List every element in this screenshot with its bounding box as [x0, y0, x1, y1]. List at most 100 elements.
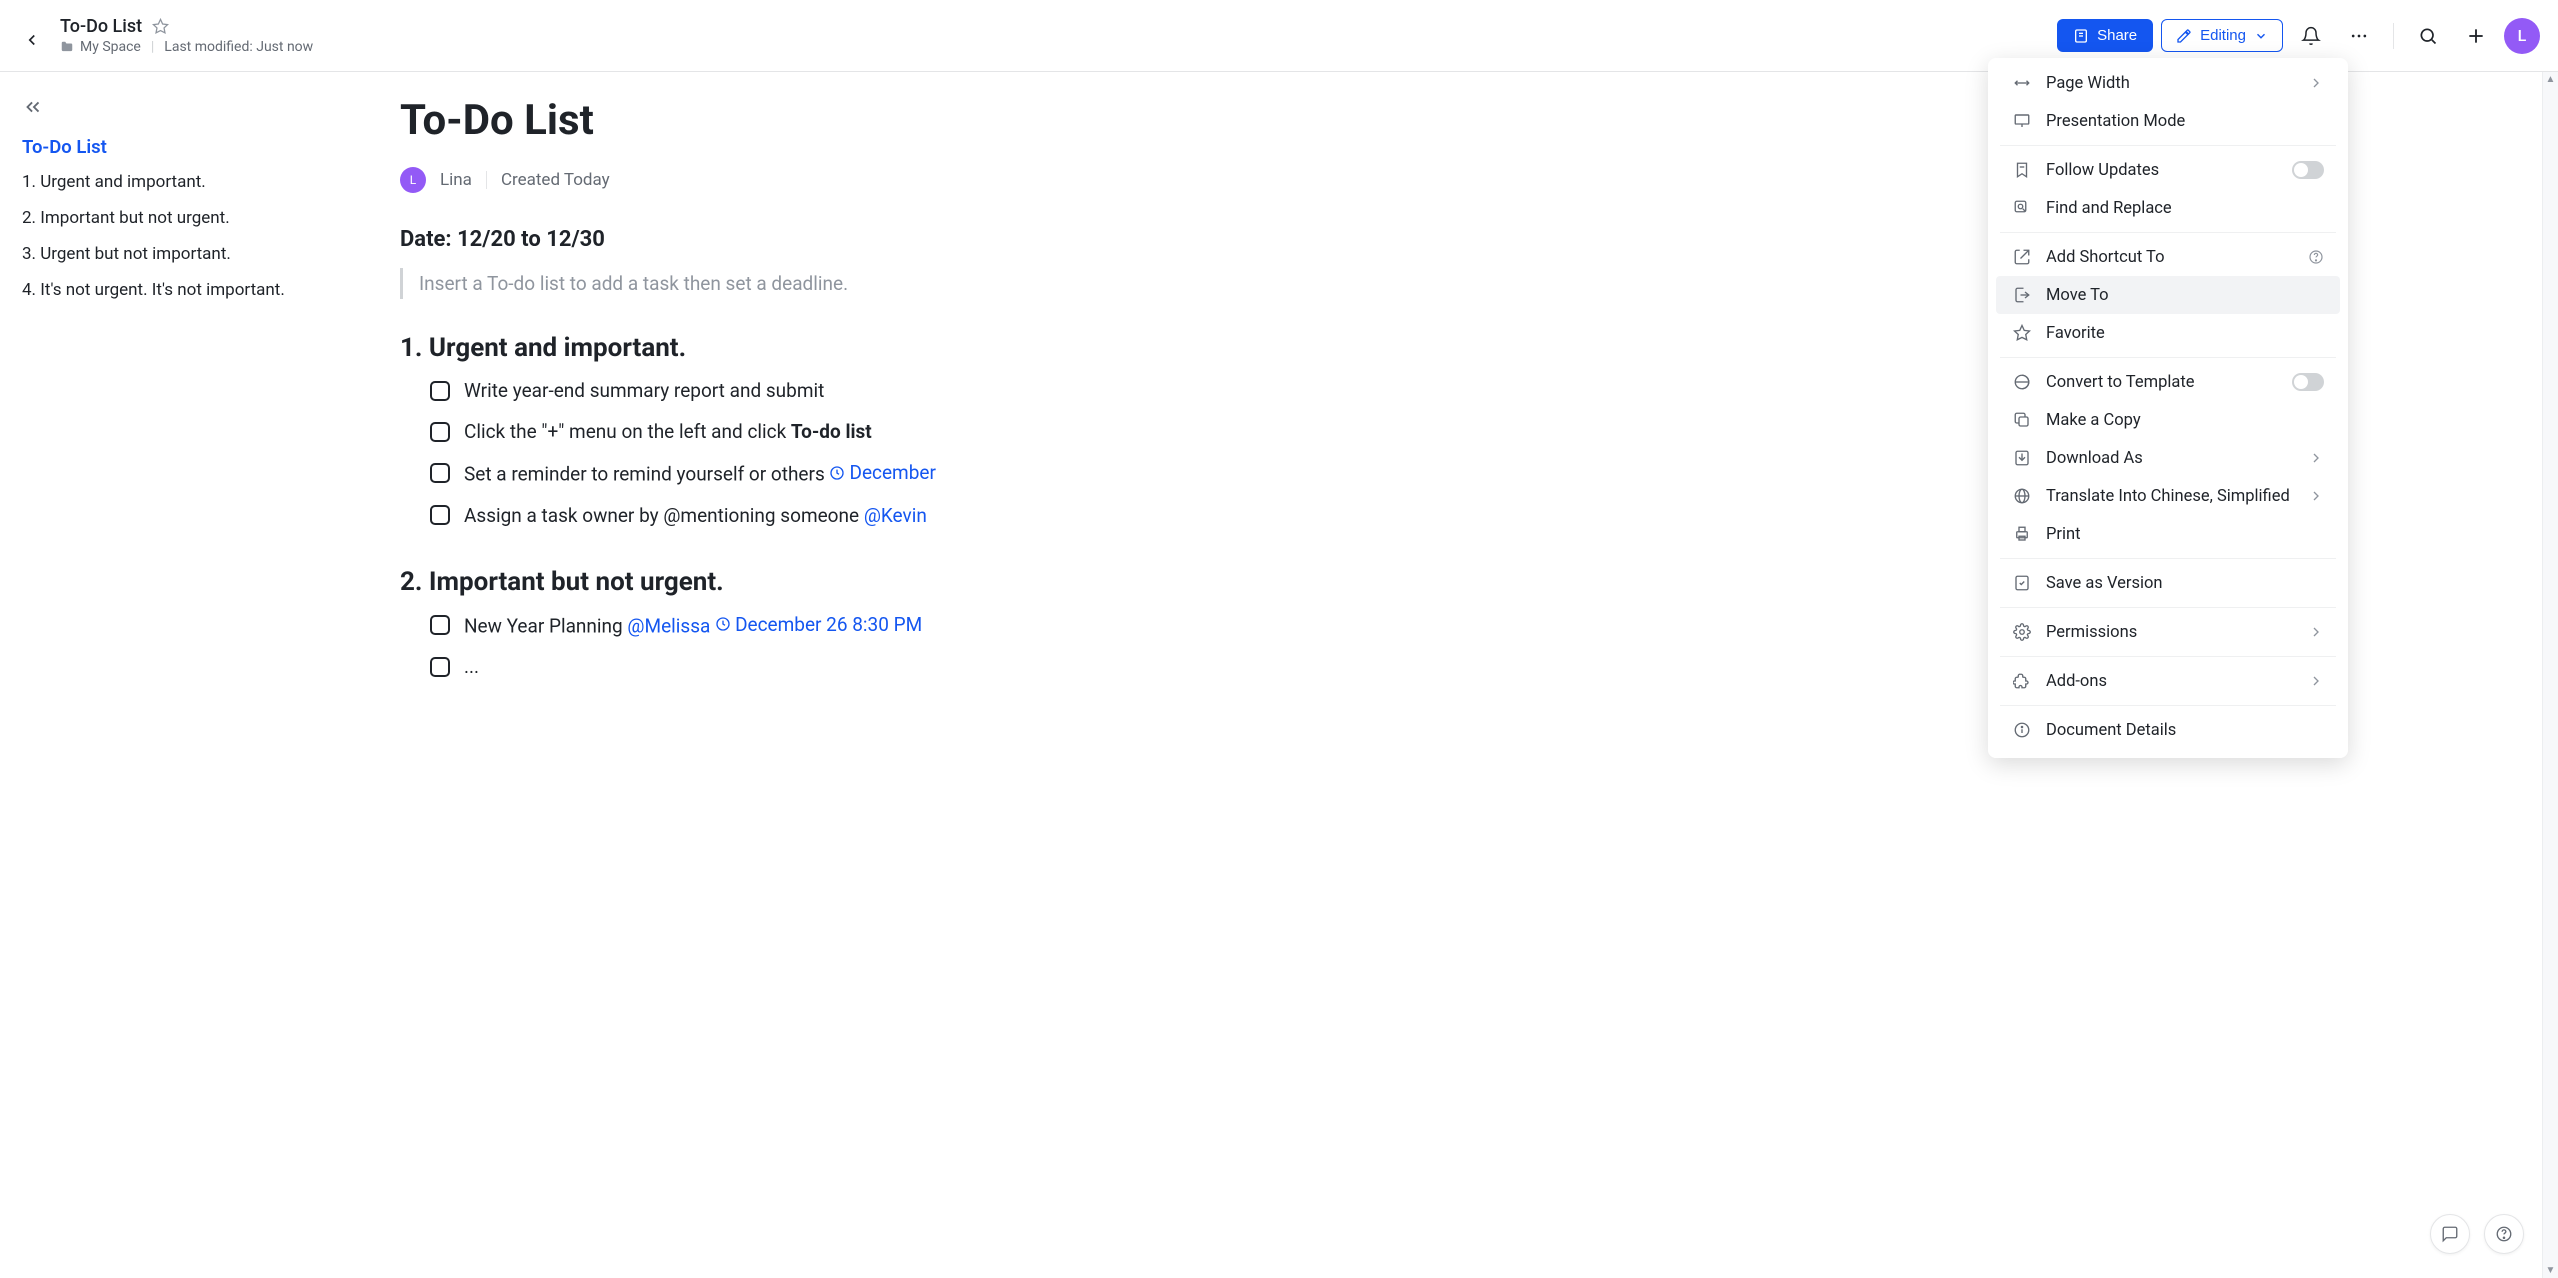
task-checkbox[interactable] [430, 505, 450, 525]
editing-mode-button[interactable]: Editing [2161, 19, 2283, 52]
edge-scrollbar[interactable]: ▲ ▼ [2542, 72, 2558, 1278]
task-checkbox[interactable] [430, 422, 450, 442]
search-button[interactable] [2408, 16, 2448, 56]
outline-root[interactable]: To-Do List [22, 136, 378, 158]
page-title[interactable]: To-Do List [400, 96, 1360, 145]
task-row[interactable]: Click the "+" menu on the left and click… [430, 420, 1360, 443]
menu-item[interactable]: Add-ons [1996, 662, 2340, 700]
notifications-button[interactable] [2291, 16, 2331, 56]
floating-actions [2430, 1214, 2524, 1254]
menu-item-label: Find and Replace [2046, 199, 2310, 218]
toggle-switch[interactable] [2292, 373, 2324, 391]
menu-item-label: Print [2046, 525, 2310, 544]
menu-item[interactable]: Convert to Template [1996, 363, 2340, 401]
menu-item[interactable]: Translate Into Chinese, Simplified [1996, 477, 2340, 515]
hint-block[interactable]: Insert a To-do list to add a task then s… [400, 268, 1360, 299]
favorite-button[interactable] [150, 17, 170, 37]
menu-divider [2000, 232, 2336, 233]
menu-item[interactable]: People Mentioned [1996, 749, 2340, 758]
chevron-right-icon [2308, 673, 2324, 689]
breadcrumb-space-label: My Space [80, 39, 141, 55]
menu-item[interactable]: Make a Copy [1996, 401, 2340, 439]
mention-chip[interactable]: @Kevin [864, 504, 927, 527]
print-icon [2013, 525, 2031, 543]
more-options-menu[interactable]: Page Width Presentation Mode Follow Upda… [1988, 58, 2348, 758]
move-icon [2013, 286, 2031, 304]
star-outline-icon [152, 18, 169, 35]
task-list: New Year Planning @Melissa December 26 8… [430, 613, 1360, 679]
help-fab[interactable] [2484, 1214, 2524, 1254]
date-chip[interactable]: December [829, 461, 935, 484]
back-button[interactable] [18, 26, 46, 54]
menu-item[interactable]: Download As [1996, 439, 2340, 477]
menu-item[interactable]: Find and Replace [1996, 189, 2340, 227]
outline-item[interactable]: 3. Urgent but not important. [22, 244, 378, 264]
toggle-switch[interactable] [2292, 161, 2324, 179]
menu-item[interactable]: Favorite [1996, 314, 2340, 352]
scroll-up-arrow[interactable]: ▲ [2543, 74, 2558, 85]
mention-chip[interactable]: @Melissa [627, 614, 710, 637]
more-options-button[interactable] [2339, 16, 2379, 56]
task-text: New Year Planning @Melissa December 26 8… [464, 613, 922, 638]
outline-item[interactable]: 4. It's not urgent. It's not important. [22, 280, 378, 300]
page-width-icon [2013, 74, 2031, 92]
section-heading[interactable]: 1. Urgent and important. [400, 333, 1360, 363]
menu-item-label: Make a Copy [2046, 411, 2310, 430]
share-label: Share [2097, 27, 2137, 44]
outline-list: 1. Urgent and important. 2. Important bu… [22, 172, 378, 300]
task-row[interactable]: ... [430, 655, 1360, 678]
clock-icon [829, 465, 845, 481]
task-checkbox[interactable] [430, 657, 450, 677]
menu-item[interactable]: Presentation Mode [1996, 102, 2340, 140]
title-block: To-Do List My Space | Last modified: Jus… [60, 16, 313, 55]
author-name[interactable]: Lina [440, 170, 472, 190]
chevron-right-icon [2308, 624, 2324, 640]
user-avatar[interactable]: L [2504, 18, 2540, 54]
collapse-outline-button[interactable] [22, 96, 378, 118]
plus-icon [2466, 26, 2486, 46]
menu-item[interactable]: Move To [1996, 276, 2340, 314]
task-row[interactable]: Assign a task owner by @mentioning someo… [430, 504, 1360, 527]
version-icon [2013, 574, 2031, 592]
task-checkbox[interactable] [430, 615, 450, 635]
scroll-down-arrow[interactable]: ▼ [2543, 1265, 2558, 1276]
shortcut-icon [2013, 248, 2031, 266]
created-text: Created Today [501, 170, 610, 190]
menu-item[interactable]: Follow Updates [1996, 151, 2340, 189]
task-row[interactable]: Set a reminder to remind yourself or oth… [430, 461, 1360, 486]
task-text: Assign a task owner by @mentioning someo… [464, 504, 927, 527]
menu-item[interactable]: Add Shortcut To [1996, 238, 2340, 276]
create-button[interactable] [2456, 16, 2496, 56]
doc-title[interactable]: To-Do List [60, 16, 142, 37]
comments-fab[interactable] [2430, 1214, 2470, 1254]
menu-item-label: Convert to Template [2046, 373, 2278, 392]
menu-item[interactable]: Document Details [1996, 711, 2340, 749]
download-icon [2013, 449, 2031, 467]
chevron-right-icon [2308, 75, 2324, 91]
author-avatar[interactable]: L [400, 167, 426, 193]
outline-item[interactable]: 2. Important but not urgent. [22, 208, 378, 228]
menu-item[interactable]: Permissions [1996, 613, 2340, 651]
date-chip[interactable]: December 26 8:30 PM [715, 613, 922, 636]
task-row[interactable]: Write year-end summary report and submit [430, 379, 1360, 402]
menu-item[interactable]: Print [1996, 515, 2340, 553]
menu-item-label: Move To [2046, 286, 2310, 305]
menu-item[interactable]: Save as Version [1996, 564, 2340, 602]
section-heading[interactable]: 2. Important but not urgent. [400, 567, 1360, 597]
task-checkbox[interactable] [430, 463, 450, 483]
menu-item[interactable]: Page Width [1996, 64, 2340, 102]
chevron-right-icon [2308, 450, 2324, 466]
chevron-right-icon [2308, 488, 2324, 504]
menu-item-label: Document Details [2046, 721, 2310, 740]
info-circle-icon [2013, 721, 2031, 739]
share-button[interactable]: Share [2057, 19, 2153, 52]
breadcrumb-space[interactable]: My Space [60, 39, 141, 55]
date-range-heading[interactable]: Date: 12/20 to 12/30 [400, 227, 1360, 252]
outline-item[interactable]: 1. Urgent and important. [22, 172, 378, 192]
topbar-left: To-Do List My Space | Last modified: Jus… [18, 16, 2047, 55]
menu-item-label: Translate Into Chinese, Simplified [2046, 487, 2294, 506]
bell-icon [2301, 26, 2321, 46]
vertical-separator [2393, 23, 2394, 49]
task-row[interactable]: New Year Planning @Melissa December 26 8… [430, 613, 1360, 638]
task-checkbox[interactable] [430, 381, 450, 401]
